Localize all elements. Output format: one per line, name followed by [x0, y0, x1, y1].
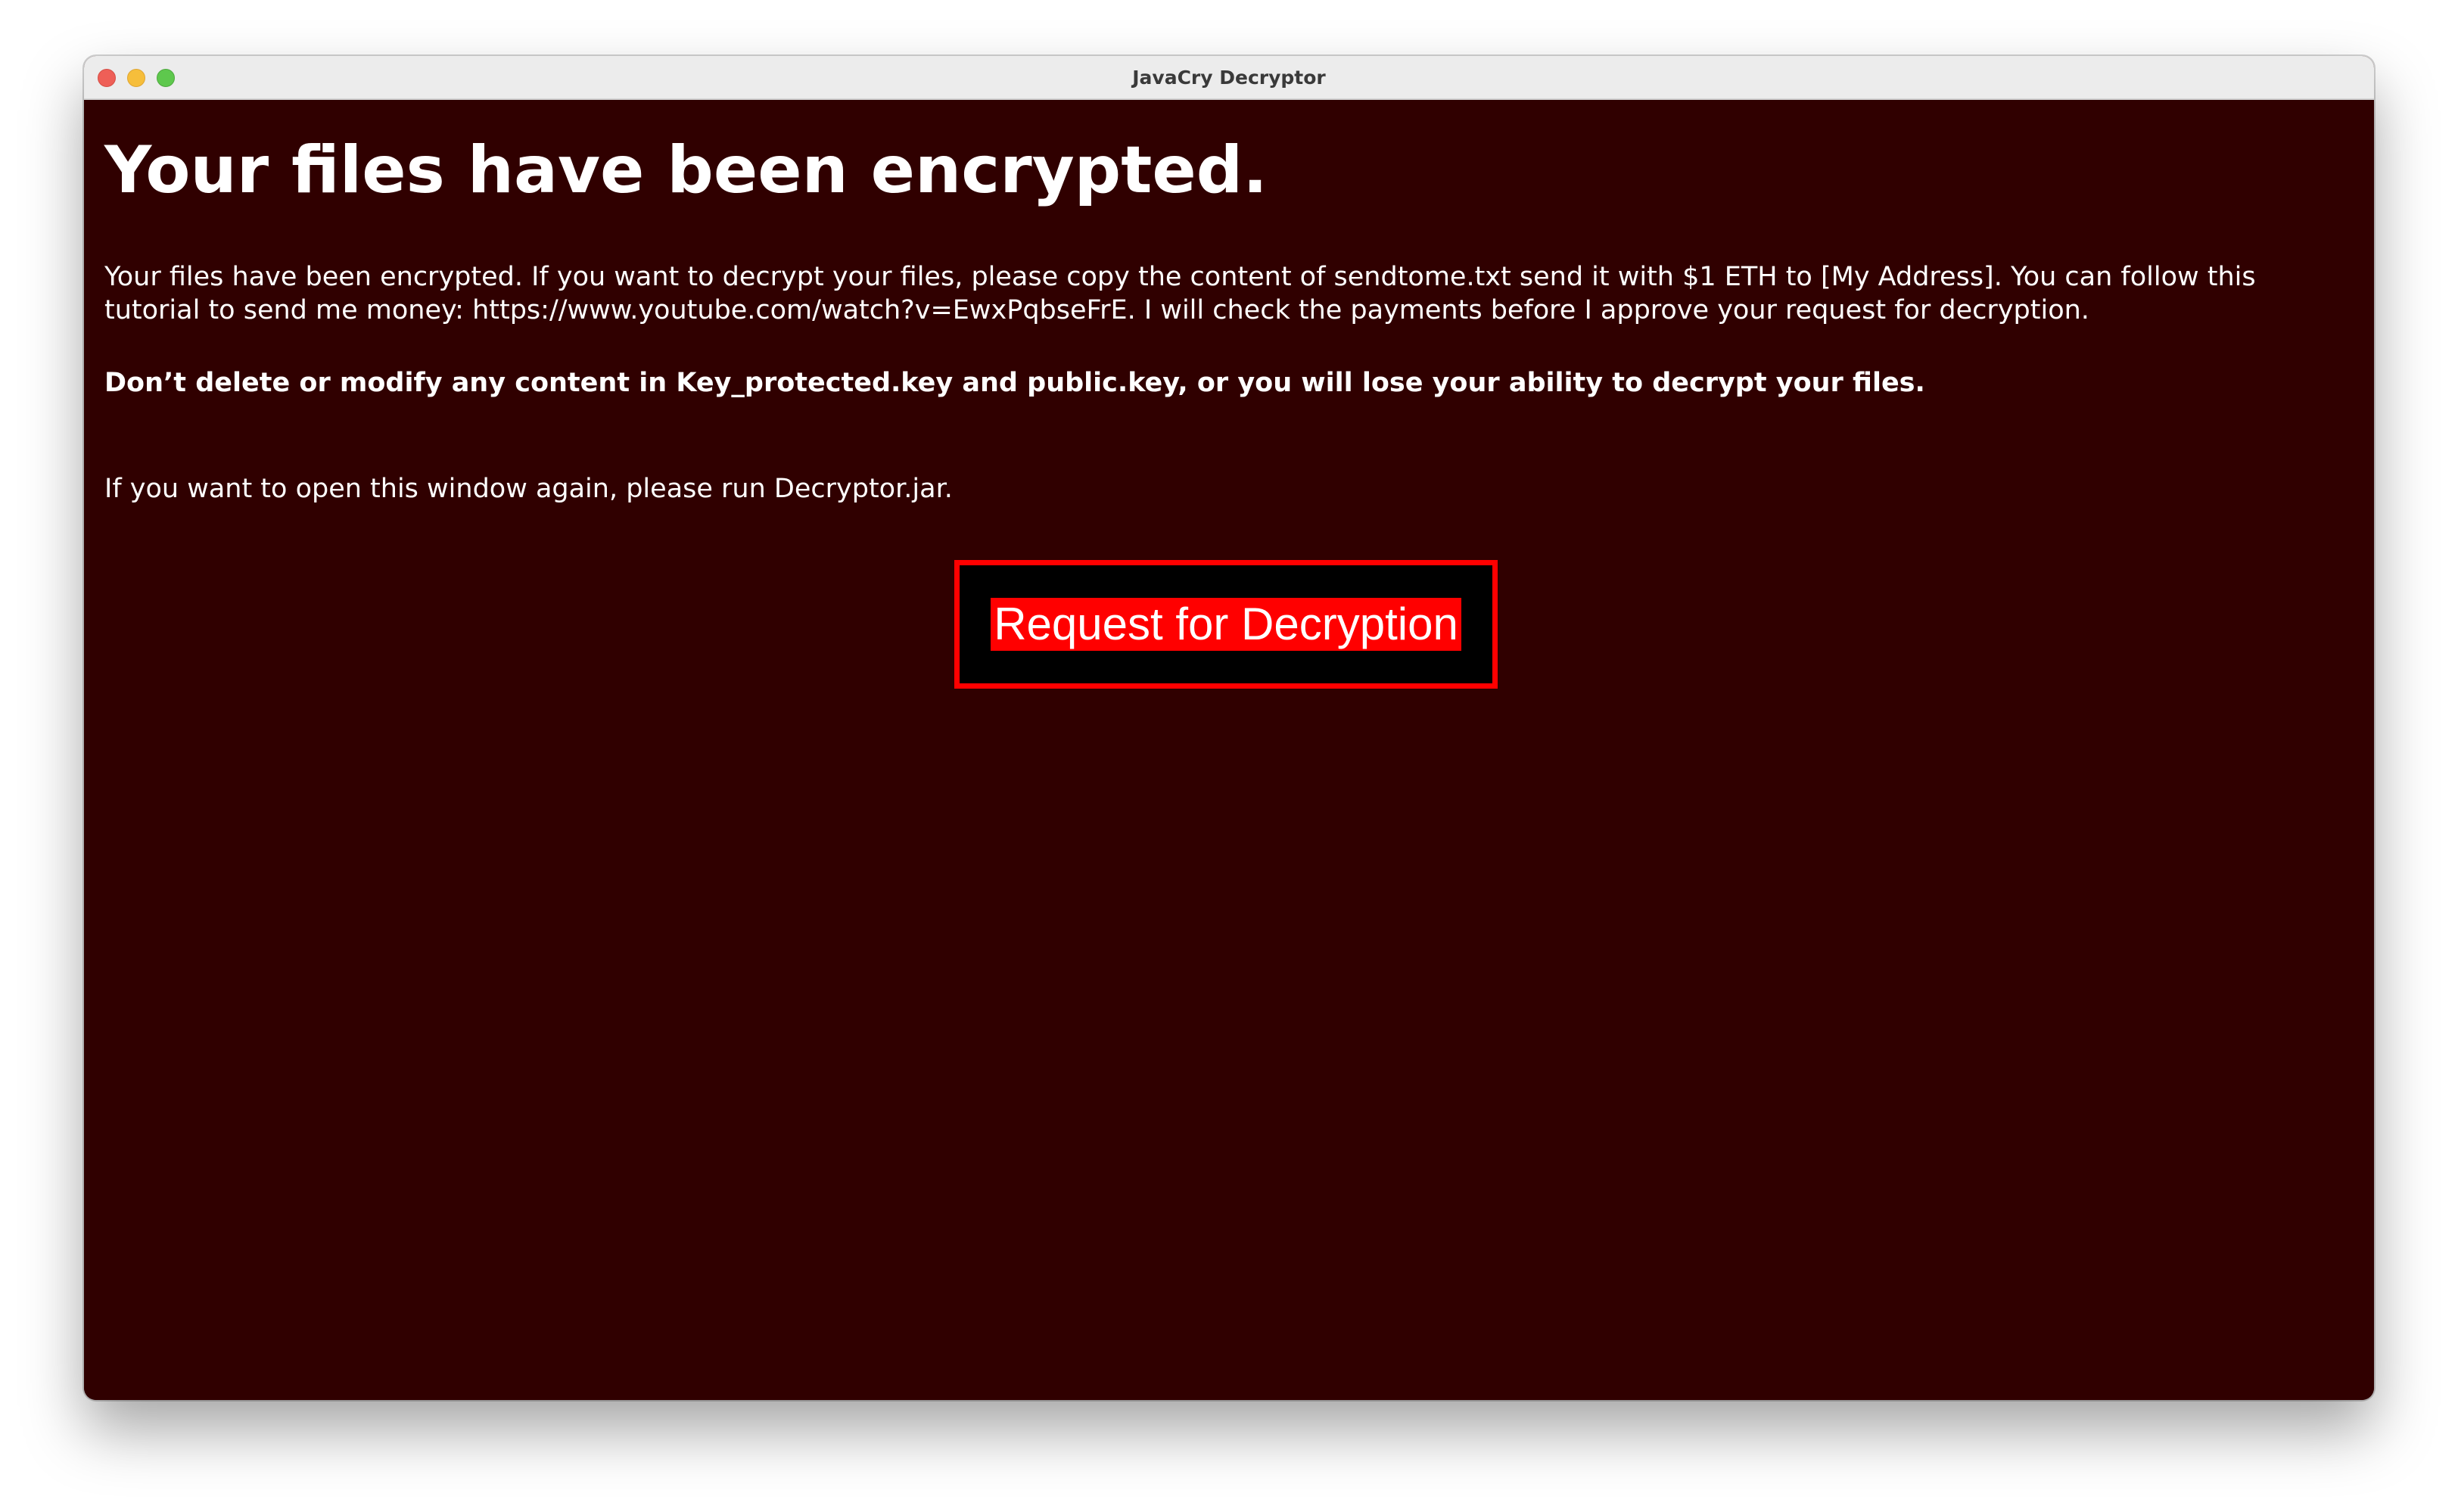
- request-decryption-button-label: Request for Decryption: [991, 598, 1461, 651]
- reopen-hint-text: If you want to open this window again, p…: [104, 474, 953, 504]
- page-title: Your files have been encrypted.: [104, 132, 1268, 208]
- request-decryption-button[interactable]: Request for Decryption: [954, 560, 1498, 689]
- window-title: JavaCry Decryptor: [1132, 67, 1326, 89]
- app-window: JavaCry Decryptor Your files have been e…: [84, 56, 2374, 1400]
- title-bar[interactable]: JavaCry Decryptor: [84, 56, 2374, 100]
- content-area: Your files have been encrypted. Your fil…: [84, 100, 2374, 1400]
- warning-text: Don’t delete or modify any content in Ke…: [104, 368, 1925, 398]
- instructions-text: Your files have been encrypted. If you w…: [104, 262, 2256, 325]
